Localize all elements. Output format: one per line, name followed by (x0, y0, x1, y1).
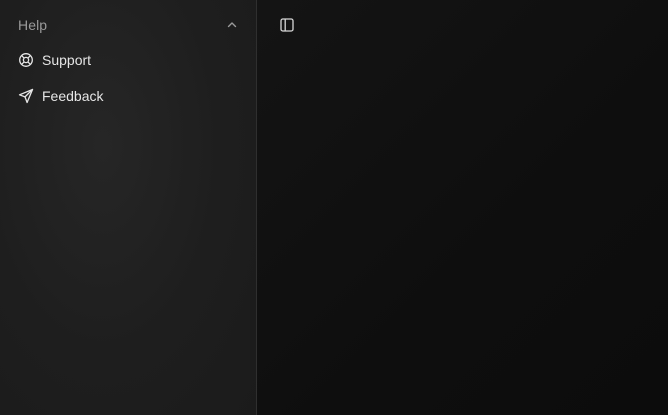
sidebar-item-support[interactable]: Support (0, 42, 256, 78)
sidebar-item-feedback[interactable]: Feedback (0, 78, 256, 114)
send-icon (18, 88, 34, 104)
chevron-up-icon[interactable] (226, 19, 238, 31)
sidebar-toggle-icon (279, 17, 295, 33)
lifebuoy-icon (18, 52, 34, 68)
sidebar: Help Support Feedback (0, 0, 257, 415)
main-content (257, 0, 668, 415)
sidebar-item-label: Feedback (42, 88, 104, 104)
help-group-header[interactable]: Help (0, 14, 256, 36)
app-window: Help Support Feedback (0, 0, 668, 415)
sidebar-toggle-button[interactable] (277, 16, 297, 34)
sidebar-item-label: Support (42, 52, 92, 68)
help-group-title: Help (18, 17, 48, 33)
